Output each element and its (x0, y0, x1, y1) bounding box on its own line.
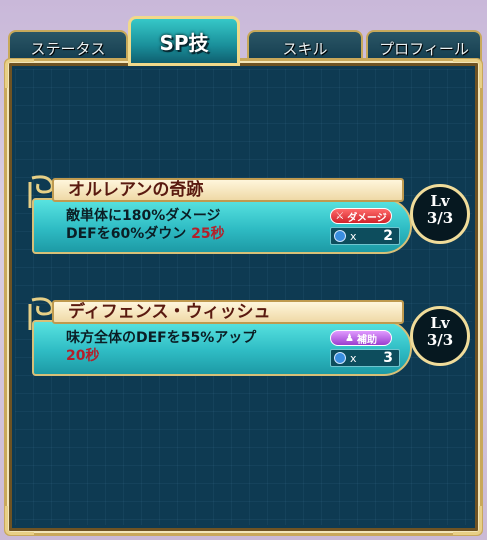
skill-name: ディフェンス・ウィッシュ (52, 300, 404, 324)
cost-value: 3 (383, 350, 393, 366)
skill-duration: 25秒 (191, 226, 225, 242)
sp-cost: x 2 (330, 227, 400, 245)
clock-icon (334, 352, 346, 364)
sp-skill-panel (4, 58, 483, 536)
skill-type-badge: ♟ 補助 (330, 330, 392, 346)
cost-value: 2 (383, 228, 393, 244)
skill-type-label: ダメージ (347, 212, 387, 224)
tab-label: プロフィール (379, 39, 469, 58)
clock-icon (334, 230, 346, 242)
sp-skill-card[interactable]: ディフェンス・ウィッシュ 味方全体のDEFを55%アップ 20秒 ♟ 補助 x … (26, 297, 470, 378)
level-label: Lv (430, 192, 450, 210)
skill-type-label: 補助 (356, 334, 377, 346)
sp-cost: x 3 (330, 349, 400, 367)
skill-type-badge: ⚔ ダメージ (330, 208, 392, 224)
tab-sp-skill[interactable]: SP技 (128, 16, 240, 66)
skill-description: 敵単体に180%ダメージ DEFを60%ダウン 25秒 (66, 207, 225, 243)
sword-icon: ⚔ (335, 210, 345, 222)
level-label: Lv (430, 314, 450, 332)
cost-multiplier: x (350, 229, 357, 243)
tab-label: スキル (282, 39, 328, 58)
skill-duration: 20秒 (66, 348, 100, 364)
cost-multiplier: x (350, 351, 357, 365)
tab-label: ステータス (30, 39, 106, 58)
level-value: 3/3 (426, 209, 454, 227)
tab-label: SP技 (159, 30, 209, 55)
skill-effect-line: 敵単体に180%ダメージ (66, 208, 221, 224)
potion-icon: ♟ (345, 332, 354, 344)
sp-skill-card[interactable]: オルレアンの奇跡 敵単体に180%ダメージ DEFを60%ダウン 25秒 ⚔ ダ… (26, 175, 470, 256)
skill-name: オルレアンの奇跡 (52, 178, 404, 202)
skill-description: 味方全体のDEFを55%アップ 20秒 (66, 329, 256, 365)
skill-effect-line: 味方全体のDEFを55%アップ (66, 330, 257, 346)
level-value: 3/3 (426, 331, 454, 349)
skill-level: Lv 3/3 (410, 184, 470, 244)
skill-effect-line: DEFを60%ダウン (66, 226, 187, 242)
skill-level: Lv 3/3 (410, 306, 470, 366)
